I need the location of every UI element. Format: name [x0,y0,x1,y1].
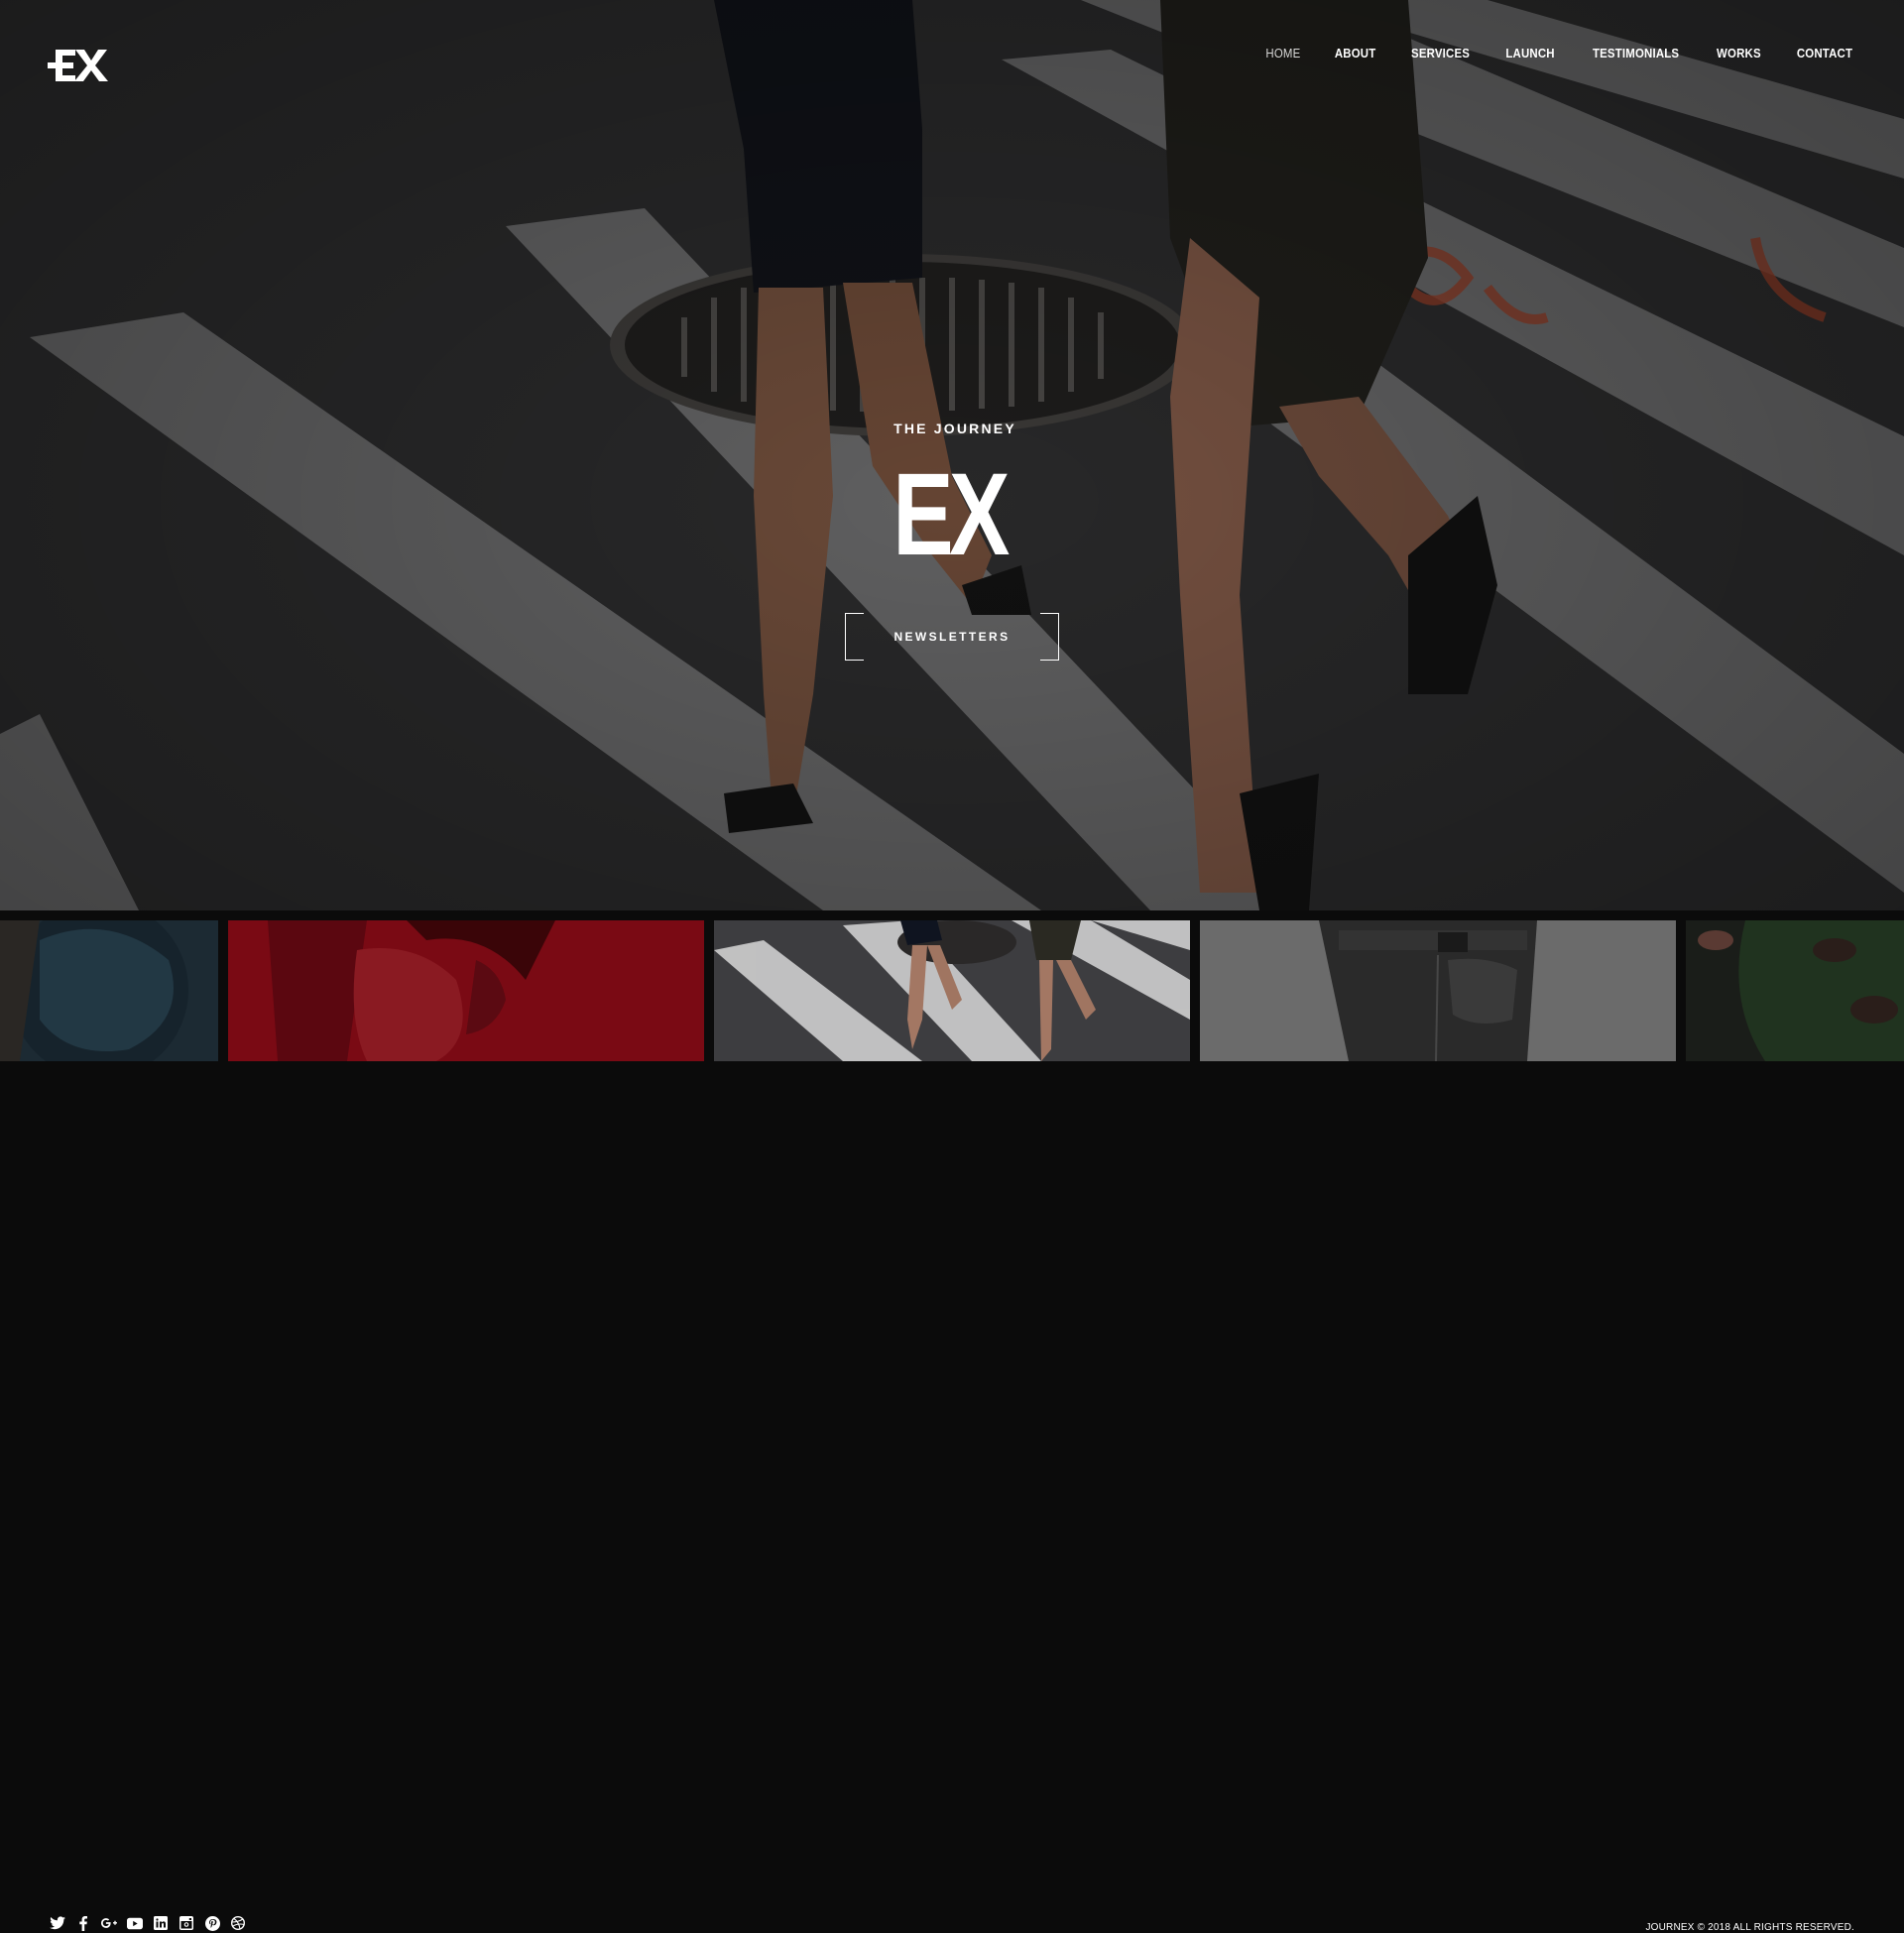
newsletters-button-label: NEWSLETTERS [893,630,1011,644]
ex-logo[interactable] [48,46,109,85]
gallery-strip: JOURNEX © 2018 ALL RIGHTS RESERVED. [0,910,1904,1933]
nav-launch[interactable]: LAUNCH [1505,46,1554,60]
hero-title: EX [892,449,1010,580]
nav-works[interactable]: WORKS [1717,46,1761,60]
nav-about[interactable]: ABOUT [1334,46,1375,60]
nav-services[interactable]: SERVICES [1411,46,1470,60]
linkedin-icon[interactable] [153,1915,169,1931]
instagram-icon[interactable] [178,1915,194,1931]
thumbnail-crosswalk-heels[interactable] [714,920,1190,1061]
thumbnail-hat[interactable] [0,920,218,1061]
nav-testimonials[interactable]: TESTIMONIALS [1593,46,1679,60]
thumbnail-green-leaf[interactable] [1686,920,1904,1061]
social-links [50,1915,246,1931]
google-plus-icon[interactable] [101,1915,117,1931]
dribbble-icon[interactable] [230,1915,246,1931]
youtube-icon[interactable] [127,1915,143,1931]
hero-content: THE JOURNEY EX [0,421,1904,573]
thumbnail-red-portrait[interactable] [228,920,704,1061]
thumbnail-jeans-back[interactable] [1200,920,1676,1061]
pinterest-icon[interactable] [204,1915,220,1931]
facebook-icon[interactable] [75,1915,91,1931]
nav-contact[interactable]: CONTACT [1797,46,1852,60]
bracket-right [1040,613,1059,661]
newsletters-button[interactable]: NEWSLETTERS [845,613,1059,661]
bracket-left [845,613,864,661]
copyright-text: JOURNEX © 2018 ALL RIGHTS RESERVED. [1645,1922,1854,1933]
hero-kicker: THE JOURNEY [893,421,1016,436]
twitter-icon[interactable] [50,1915,65,1931]
main-navigation: HOME ABOUT SERVICES LAUNCH TESTIMONIALS … [1263,46,1856,60]
nav-home[interactable]: HOME [1265,46,1300,60]
